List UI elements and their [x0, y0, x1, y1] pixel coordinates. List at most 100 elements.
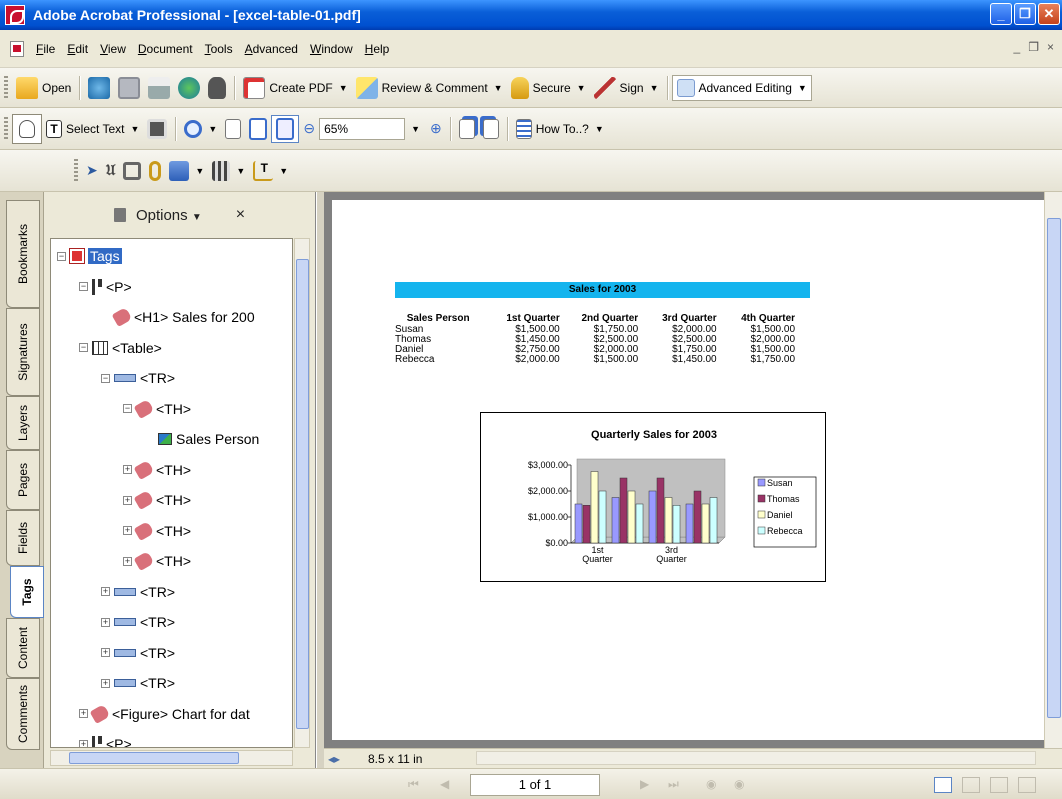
tree-node[interactable]: Sales Person — [145, 428, 259, 450]
document-icon[interactable] — [10, 40, 24, 57]
menu-advanced[interactable]: Advanced — [239, 42, 304, 56]
single-page-layout-icon[interactable] — [934, 777, 952, 793]
tree-node[interactable]: + <P> — [79, 733, 132, 747]
restore-button[interactable]: ❐ — [1014, 3, 1036, 25]
collapse-icon[interactable]: − — [57, 251, 66, 261]
search-button[interactable] — [204, 74, 230, 102]
doc-restore-button[interactable]: ❐ — [1028, 40, 1039, 54]
touchup-reading-order-button[interactable]: 𝔘 — [102, 157, 120, 185]
next-view-icon[interactable]: ◉ — [734, 777, 750, 791]
zoom-in-tool-button[interactable]: ▼ — [180, 115, 221, 143]
select-text-button[interactable]: T Select Text ▼ — [42, 115, 143, 143]
tree-node[interactable]: + <Figure> Chart for dat — [79, 703, 250, 725]
menu-view[interactable]: View — [94, 42, 132, 56]
tab-content[interactable]: Content — [6, 618, 40, 678]
zoom-out-button[interactable]: ⊖ — [299, 115, 319, 143]
tab-comments[interactable]: Comments — [6, 678, 40, 750]
hand-tool-button[interactable] — [12, 113, 42, 144]
crop-tool-button[interactable] — [119, 157, 145, 185]
menu-window[interactable]: Window — [304, 42, 359, 56]
tab-tags[interactable]: Tags — [10, 566, 44, 618]
zoom-in-button[interactable]: ⊕ — [426, 115, 446, 143]
tree-node[interactable]: − Tags — [57, 245, 122, 267]
title-bar[interactable]: Adobe Acrobat Professional - [excel-tabl… — [0, 0, 1062, 30]
collapse-icon[interactable]: − — [79, 282, 88, 291]
menu-file[interactable]: File — [30, 42, 61, 56]
expand-icon[interactable]: + — [123, 556, 132, 566]
expand-icon[interactable]: + — [123, 495, 132, 505]
continuous-layout-icon[interactable] — [962, 777, 980, 793]
expand-icon[interactable]: + — [101, 648, 110, 657]
previous-page-icon[interactable]: ◀ — [440, 777, 456, 791]
expand-icon[interactable]: + — [79, 739, 88, 747]
panel-close-button[interactable]: × — [236, 206, 245, 224]
movie-tool-button[interactable]: ▼ — [208, 157, 249, 185]
open-button[interactable]: Open — [12, 74, 75, 102]
tree-node[interactable]: − <P> — [79, 276, 132, 298]
menu-document[interactable]: Document — [132, 42, 199, 56]
continuous-facing-layout-icon[interactable] — [1018, 777, 1036, 793]
secure-button[interactable]: Secure ▼ — [507, 74, 590, 102]
zoom-field[interactable]: 65% — [319, 117, 406, 140]
link-tool-button[interactable] — [145, 157, 165, 185]
tree-node[interactable]: − <Table> — [79, 337, 162, 359]
scroll-thumb[interactable] — [296, 259, 309, 729]
tree-node[interactable]: + <TH> — [123, 489, 191, 511]
expand-icon[interactable]: + — [101, 678, 110, 688]
first-page-icon[interactable]: ⏮ — [408, 777, 424, 791]
create-pdf-button[interactable]: Create PDF ▼ — [239, 74, 351, 102]
collapse-icon[interactable]: − — [101, 373, 110, 383]
tab-fields[interactable]: Fields — [6, 510, 40, 566]
advanced-editing-button[interactable]: Advanced Editing ▼ — [671, 74, 812, 101]
scroll-thumb[interactable] — [1047, 218, 1061, 718]
minimize-button[interactable]: _ — [990, 3, 1012, 25]
sign-button[interactable]: Sign ▼ — [590, 74, 663, 102]
select-object-button[interactable]: ➤ — [82, 157, 102, 185]
tree-vertical-scrollbar[interactable] — [294, 238, 310, 748]
review-comment-button[interactable]: Review & Comment ▼ — [352, 74, 507, 102]
tab-layers[interactable]: Layers — [6, 396, 40, 450]
tree-node[interactable]: + <TR> — [101, 672, 175, 694]
tree-node[interactable]: + <TR> — [101, 642, 175, 664]
document-horizontal-scrollbar[interactable] — [476, 751, 1036, 765]
how-to-button[interactable]: How To..? ▼ — [512, 115, 608, 143]
next-page-icon[interactable]: ▶ — [640, 777, 656, 791]
snapshot-button[interactable] — [143, 115, 171, 143]
menu-tools[interactable]: Tools — [199, 42, 239, 56]
toolbar-grip[interactable] — [4, 116, 8, 141]
acrobat-app-icon[interactable] — [5, 5, 25, 25]
touchup-text-button[interactable]: T ▼ — [249, 157, 292, 185]
collapse-icon[interactable]: − — [123, 404, 132, 413]
tree-node[interactable]: + <TR> — [101, 581, 175, 603]
expand-icon[interactable]: + — [123, 526, 132, 535]
close-button[interactable]: ✕ — [1038, 3, 1060, 25]
tree-node[interactable]: + <TH> — [123, 459, 191, 481]
trash-icon[interactable] — [113, 208, 126, 222]
tree-node[interactable]: <H1> Sales for 200 — [101, 306, 255, 328]
expand-icon[interactable]: + — [101, 617, 110, 627]
rotate-counterclockwise-button[interactable] — [479, 115, 503, 143]
tree-node[interactable]: + <TH> — [123, 520, 191, 542]
tree-node[interactable]: − <TR> — [101, 367, 175, 389]
tree-node[interactable]: − <TH> — [123, 398, 191, 420]
expand-icon[interactable]: + — [101, 587, 110, 596]
expand-icon[interactable]: + — [79, 709, 88, 718]
options-menu[interactable]: Options ▼ — [136, 207, 202, 224]
zoom-dropdown-chevron-icon[interactable]: ▼ — [411, 124, 420, 134]
doc-minimize-button[interactable]: _ — [1014, 40, 1021, 54]
panel-splitter[interactable] — [316, 192, 324, 768]
document-vertical-scrollbar[interactable] — [1044, 192, 1062, 748]
rotate-clockwise-button[interactable] — [455, 115, 479, 143]
toolbar-grip[interactable] — [74, 158, 78, 183]
scroll-thumb[interactable] — [69, 752, 239, 764]
menu-help[interactable]: Help — [359, 42, 396, 56]
facing-layout-icon[interactable] — [990, 777, 1008, 793]
tags-tree[interactable]: − Tags − <P> <H1> Sales for 200 − <Table> − <TR>… — [50, 238, 293, 748]
collapse-icon[interactable]: − — [79, 343, 88, 352]
previous-view-icon[interactable]: ◉ — [706, 777, 722, 791]
document-viewport[interactable]: Sales for 2003 Sales Person 1st Quarter 2n… — [324, 192, 1044, 748]
email-button[interactable] — [174, 74, 204, 102]
last-page-icon[interactable]: ⏭ — [668, 777, 684, 791]
fit-width-button[interactable] — [271, 114, 300, 143]
organizer-button[interactable] — [84, 74, 114, 102]
